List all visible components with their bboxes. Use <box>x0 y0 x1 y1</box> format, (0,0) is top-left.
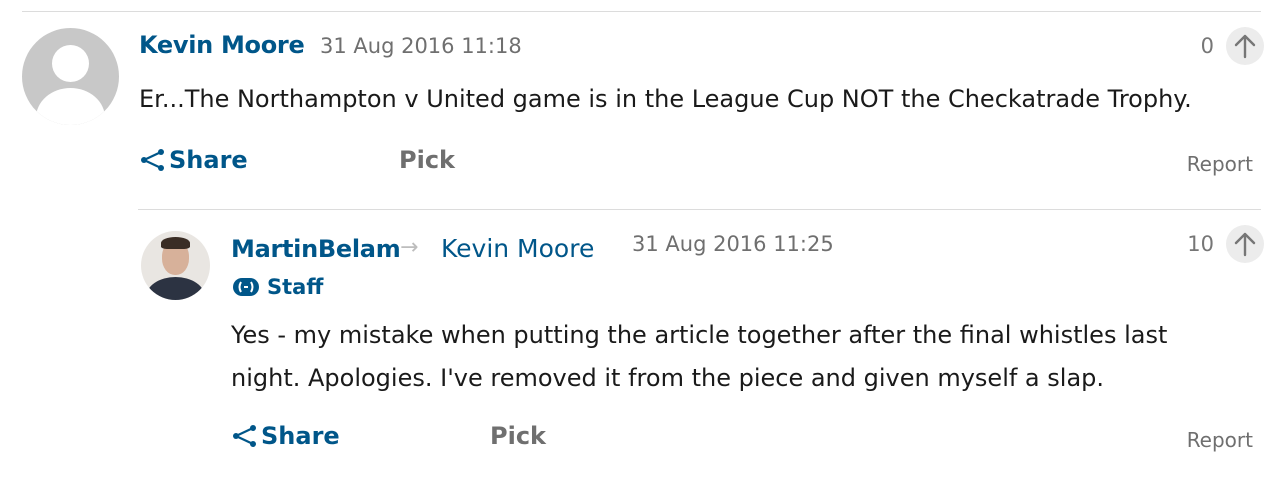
reply-recommend-count: 10 <box>1187 232 1214 256</box>
staff-label: Staff <box>267 275 324 299</box>
avatar-photo[interactable] <box>141 231 210 300</box>
reply-pick-button[interactable]: Pick <box>490 422 546 450</box>
recommend-button[interactable] <box>1226 27 1264 65</box>
reply-recommend-button[interactable] <box>1226 225 1264 263</box>
reply-share-button[interactable]: Share <box>231 422 340 450</box>
recommend-count: 0 <box>1200 34 1214 58</box>
share-icon <box>141 149 164 171</box>
arrow-up-icon <box>1234 34 1256 59</box>
comment-body: Er...The Northampton v United game is in… <box>139 85 1192 113</box>
reply-timestamp[interactable]: 31 Aug 2016 11:25 <box>632 232 834 256</box>
report-link[interactable]: Report <box>1187 152 1253 176</box>
reply-divider <box>138 209 1261 210</box>
reply-report-link[interactable]: Report <box>1187 428 1253 452</box>
comment-divider-top <box>22 11 1261 12</box>
guardian-staff-icon <box>233 278 259 296</box>
comment-author[interactable]: Kevin Moore <box>139 31 305 59</box>
arrow-right-icon: → <box>400 235 419 260</box>
avatar-default[interactable] <box>22 28 119 125</box>
reply-share-label: Share <box>261 422 340 450</box>
reply-body-line-2: night. Apologies. I've removed it from t… <box>231 364 1105 392</box>
reply-body-line-1: Yes - my mistake when putting the articl… <box>231 321 1168 349</box>
arrow-up-icon <box>1234 232 1256 257</box>
share-label: Share <box>169 146 248 174</box>
staff-badge: Staff <box>231 274 323 300</box>
pick-button[interactable]: Pick <box>399 146 455 174</box>
share-button[interactable]: Share <box>139 146 248 174</box>
reply-to-link[interactable]: Kevin Moore <box>441 234 594 263</box>
share-icon <box>233 425 256 447</box>
comment-timestamp[interactable]: 31 Aug 2016 11:18 <box>320 34 522 58</box>
reply-author[interactable]: MartinBelam <box>231 235 401 263</box>
